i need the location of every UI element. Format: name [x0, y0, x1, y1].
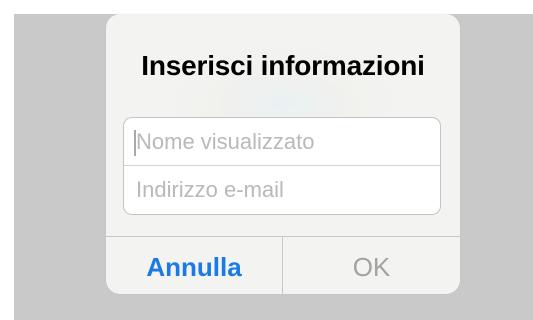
input-alert-dialog: Inserisci informazioni Annulla OK: [106, 14, 460, 294]
alert-button-row: Annulla OK: [106, 236, 460, 294]
email-field[interactable]: [124, 166, 440, 214]
ok-button[interactable]: OK: [283, 237, 460, 294]
alert-title: Inserisci informazioni: [141, 50, 425, 81]
text-field-group: [123, 117, 441, 215]
cancel-button[interactable]: Annulla: [106, 237, 282, 294]
display-name-field[interactable]: [124, 118, 440, 166]
